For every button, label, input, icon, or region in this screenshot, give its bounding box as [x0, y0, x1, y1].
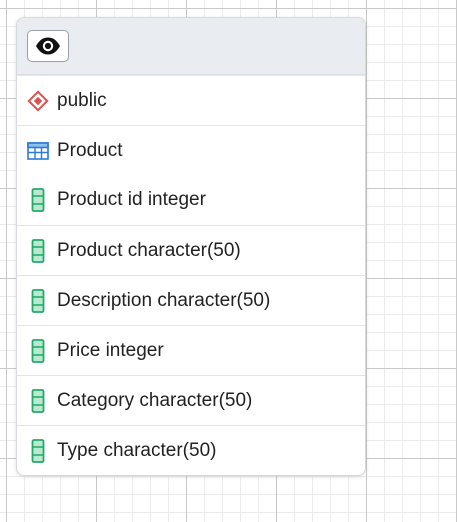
column-row: Price integer — [17, 325, 365, 375]
table-grid-icon — [27, 140, 49, 162]
column-label: Category character(50) — [57, 389, 253, 411]
column-icon — [27, 438, 49, 463]
column-icon — [27, 338, 49, 363]
column-row: Product character(50) — [17, 225, 365, 275]
table-name-label: Product — [57, 139, 123, 161]
column-icon — [27, 288, 49, 313]
column-row: Type character(50) — [17, 425, 365, 475]
column-row: Product id integer — [17, 175, 365, 225]
column-row: Category character(50) — [17, 375, 365, 425]
schema-diamond-icon — [27, 89, 49, 112]
table-name-row: Product — [17, 125, 365, 175]
erd-table-node[interactable]: public Product Product id integer Product… — [16, 17, 366, 476]
columns-list: Product id integer Product character(50) D… — [17, 175, 365, 475]
column-label: Description character(50) — [57, 289, 271, 311]
eye-icon — [35, 37, 61, 55]
column-label: Type character(50) — [57, 439, 217, 461]
column-label: Product character(50) — [57, 239, 241, 261]
toggle-details-button[interactable] — [27, 30, 69, 62]
column-label: Price integer — [57, 339, 164, 361]
column-label: Product id integer — [57, 189, 206, 210]
column-icon — [27, 388, 49, 413]
schema-row: public — [17, 75, 365, 125]
node-header — [17, 18, 365, 75]
column-row: Description character(50) — [17, 275, 365, 325]
column-icon — [27, 238, 49, 263]
schema-label: public — [57, 89, 107, 111]
column-icon — [27, 188, 49, 212]
